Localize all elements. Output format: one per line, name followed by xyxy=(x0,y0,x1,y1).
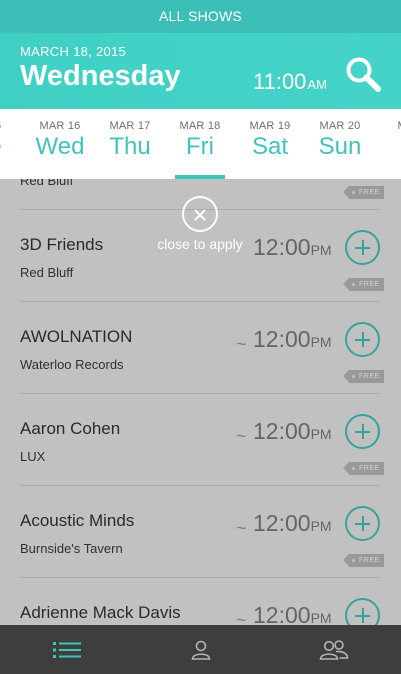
date-tab-month: MAR 19 xyxy=(249,120,291,132)
date-tab-month: MAR 18 xyxy=(179,120,221,132)
date-tab-month: MAR 20 xyxy=(319,120,361,132)
date-tab-weekday: Sun xyxy=(318,133,362,160)
top-title-bar: ALL SHOWS xyxy=(0,0,401,33)
date-tab-month: MAR xyxy=(375,120,401,132)
app-title: ALL SHOWS xyxy=(159,8,242,24)
date-tab-weekday: Sat xyxy=(251,133,289,160)
nav-friends-tab[interactable] xyxy=(267,625,401,674)
list-icon xyxy=(53,641,81,658)
date-tab-weekday: Thu xyxy=(109,133,151,160)
date-tab-month: MAR 16 xyxy=(39,120,81,132)
current-time-value: 11:00 xyxy=(253,69,307,94)
current-date: MARCH 18, 2015 xyxy=(20,44,127,59)
current-day: Wednesday xyxy=(20,60,181,92)
date-tab-weekday: Fri xyxy=(186,133,214,160)
people-icon xyxy=(319,639,349,660)
nav-list-tab[interactable] xyxy=(0,625,134,674)
date-tab-weekday: Wed xyxy=(35,133,85,160)
date-tab-weekday: M xyxy=(375,133,401,161)
date-tab-month: MAR 17 xyxy=(109,120,151,132)
date-header: MARCH 18, 2015 Wednesday 11:00AM xyxy=(0,33,401,109)
nav-profile-tab[interactable] xyxy=(134,625,268,674)
close-icon[interactable] xyxy=(182,196,218,232)
close-to-apply-label: close to apply xyxy=(157,236,243,252)
date-selector: 15 e MAR 16 Wed MAR 17 Thu MAR 18 Fri MA… xyxy=(0,109,401,179)
person-icon xyxy=(191,640,211,660)
current-time-ampm: AM xyxy=(307,77,327,92)
bottom-nav xyxy=(0,625,401,674)
current-time: 11:00AM xyxy=(253,69,327,95)
search-icon[interactable] xyxy=(344,55,382,93)
